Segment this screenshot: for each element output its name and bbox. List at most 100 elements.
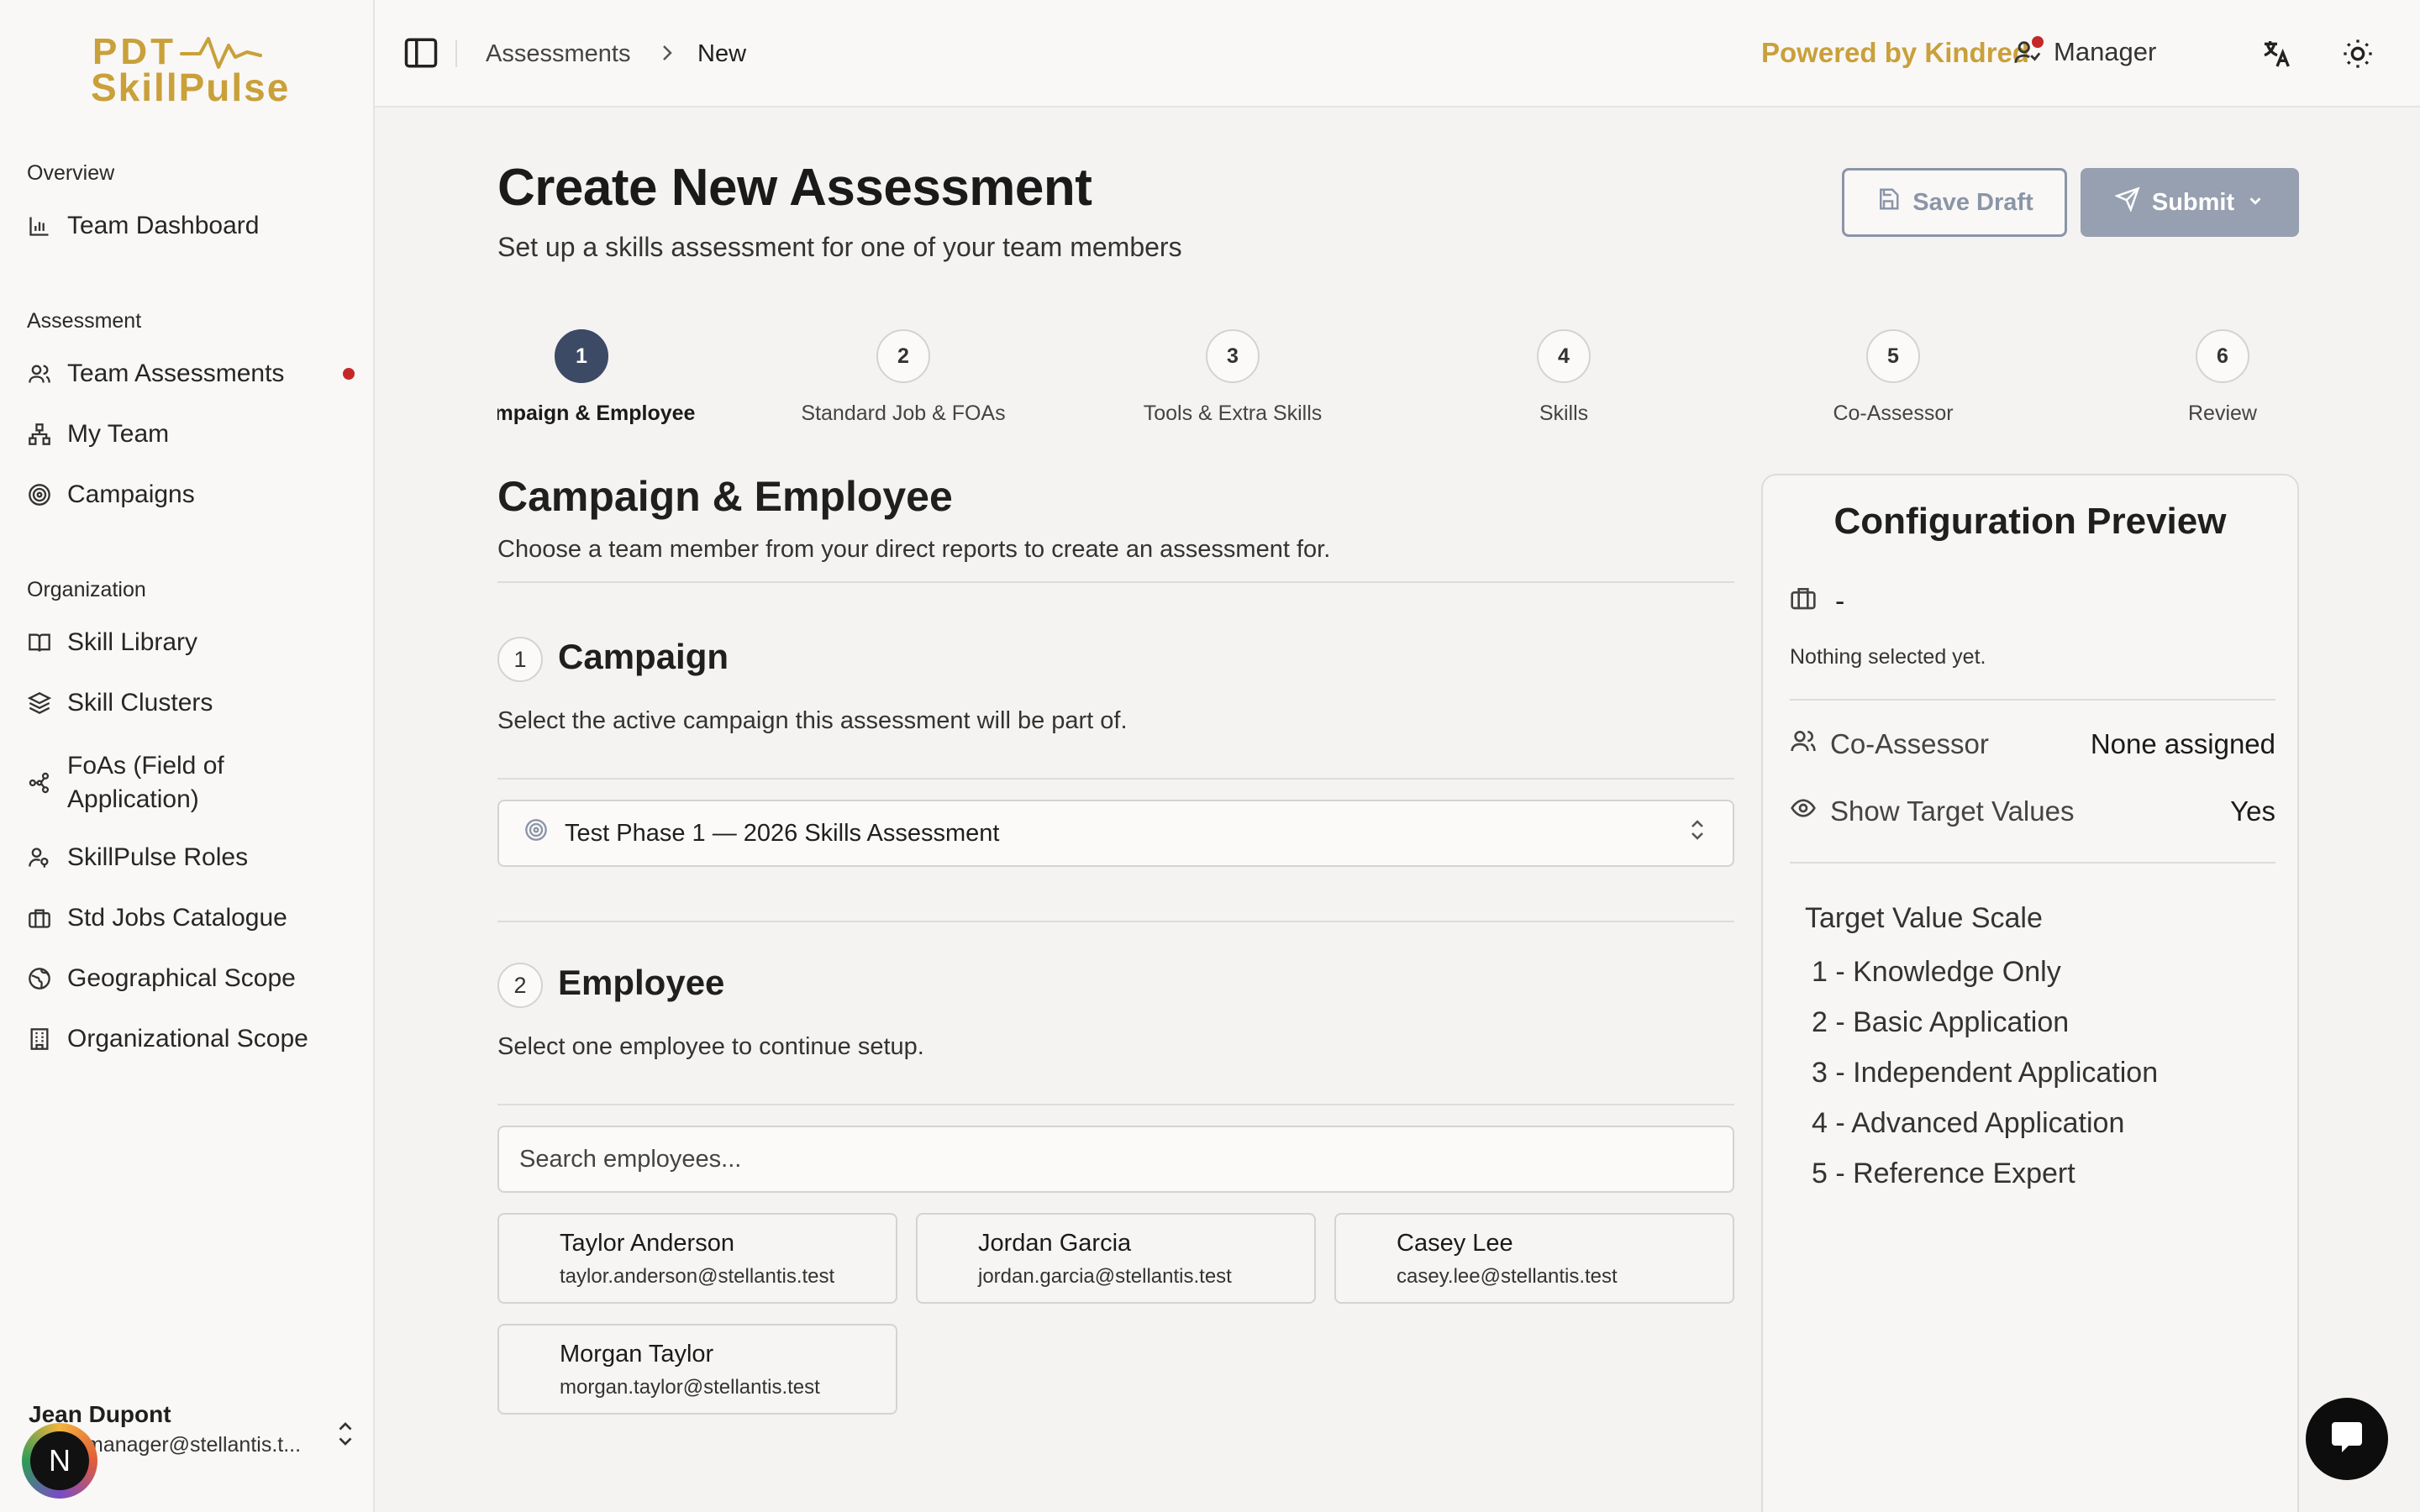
step-number: 3 [1206, 329, 1260, 383]
step-1[interactable]: 1 Campaign & Employee [497, 329, 699, 426]
nav-section-assessment: Assessment [27, 309, 142, 333]
configuration-preview: Configuration Preview - Nothing selected… [1761, 474, 2299, 1512]
step-label: Standard Job & FOAs [801, 402, 1006, 425]
section-title: Campaign & Employee [497, 473, 953, 520]
user-menu[interactable]: Jean Dupont manager@stellantis.t... N [20, 1394, 356, 1499]
employee-name: Morgan Taylor [560, 1341, 714, 1368]
sidebar-item-label: Std Jobs Catalogue [67, 904, 287, 932]
save-draft-button[interactable]: Save Draft [1842, 168, 2067, 237]
step-number: 1 [555, 329, 608, 383]
sidebar-item-label: Geographical Scope [67, 964, 296, 992]
breadcrumb-assessments[interactable]: Assessments [486, 40, 630, 68]
save-icon [1876, 186, 1901, 218]
campaign-selected-value: Test Phase 1 — 2026 Skills Assessment [565, 819, 1000, 847]
role-notification-dot [2032, 36, 2044, 48]
sidebar-item-skillpulse-roles[interactable]: SkillPulse Roles [27, 843, 355, 872]
chevrons-up-down-icon [334, 1420, 356, 1452]
employee-divider [497, 1104, 1734, 1105]
chevron-right-icon [660, 42, 674, 68]
target-icon [27, 482, 52, 507]
employee-step-badge: 2 [497, 963, 543, 1008]
save-draft-label: Save Draft [1912, 188, 2033, 216]
step-2[interactable]: 2 Standard Job & FOAs [790, 329, 1017, 426]
eye-icon [1790, 795, 1817, 828]
nav-section-organization: Organization [27, 578, 146, 601]
sidebar-item-geographical-scope[interactable]: Geographical Scope [27, 964, 355, 993]
step-label: Co-Assessor [1833, 402, 1954, 425]
show-target-label: Show Target Values [1830, 795, 2075, 827]
users-icon [1790, 727, 1817, 761]
step-number: 6 [2196, 329, 2249, 383]
submit-button[interactable]: Submit [2081, 168, 2299, 237]
employee-card-jordan-garcia[interactable]: Jordan Garcia jordan.garcia@stellantis.t… [916, 1213, 1316, 1304]
sidebar-item-std-jobs-catalogue[interactable]: Std Jobs Catalogue [27, 904, 355, 932]
sidebar-item-campaigns[interactable]: Campaigns [27, 480, 355, 509]
page-subtitle: Set up a skills assessment for one of yo… [497, 232, 1182, 262]
sidebar: PDT SkillPulse Overview Team Dashboard A… [0, 0, 375, 1512]
notification-dot [343, 368, 355, 380]
chevron-down-icon [2246, 189, 2265, 217]
scale-item: 5 - Reference Expert [1812, 1158, 2075, 1189]
sidebar-item-organizational-scope[interactable]: Organizational Scope [27, 1025, 355, 1053]
role-switcher[interactable]: Manager [2013, 36, 2157, 67]
chat-button[interactable] [2306, 1398, 2388, 1480]
sidebar-item-team-assessments[interactable]: Team Assessments [27, 360, 355, 388]
employee-name: Casey Lee [1397, 1230, 1513, 1257]
send-icon [2113, 186, 2140, 218]
scale-item: 4 - Advanced Application [1812, 1107, 2125, 1139]
globe-icon [27, 966, 52, 991]
step-6[interactable]: 6 Review [2109, 329, 2336, 426]
employee-email: jordan.garcia@stellantis.test [978, 1265, 1232, 1288]
preview-nothing-selected: Nothing selected yet. [1790, 645, 1986, 669]
employee-name: Taylor Anderson [560, 1230, 734, 1257]
topbar: Assessments New Powered by Kindred Manag… [375, 0, 2420, 108]
step-number: 4 [1537, 329, 1591, 383]
book-open-icon [27, 630, 52, 655]
breadcrumb-current: New [697, 40, 747, 67]
sidebar-item-skill-clusters[interactable]: Skill Clusters [27, 689, 355, 717]
logo-line-2: SkillPulse [91, 66, 291, 109]
employee-email: casey.lee@stellantis.test [1397, 1265, 1618, 1288]
network-icon [27, 770, 52, 795]
preview-standard-job: - [1790, 585, 1844, 619]
step-label: Campaign & Employee [497, 402, 696, 425]
sidebar-item-skill-library[interactable]: Skill Library [27, 628, 355, 657]
briefcase-icon [1790, 585, 1817, 619]
employee-description: Select one employee to continue setup. [497, 1033, 924, 1060]
toolbar-divider [455, 40, 457, 67]
employee-card-taylor-anderson[interactable]: Taylor Anderson taylor.anderson@stellant… [497, 1213, 897, 1304]
target-icon [524, 818, 548, 848]
step-3[interactable]: 3 Tools & Extra Skills [1119, 329, 1346, 426]
sidebar-item-foas[interactable]: FoAs (Field of Application) [27, 749, 279, 816]
sidebar-toggle-icon[interactable] [403, 35, 439, 75]
step-label: Skills [1539, 402, 1589, 425]
avatar-initial: N [30, 1431, 89, 1490]
search-employees-input[interactable] [497, 1126, 1734, 1193]
avatar[interactable]: N [22, 1423, 97, 1499]
show-target-value: Yes [2230, 795, 2275, 827]
sidebar-item-team-dashboard[interactable]: Team Dashboard [27, 212, 355, 240]
translate-icon[interactable] [2260, 37, 2294, 75]
preview-job-value: - [1835, 585, 1845, 617]
campaign-select[interactable]: Test Phase 1 — 2026 Skills Assessment [497, 800, 1734, 867]
sidebar-item-label: Team Dashboard [67, 212, 260, 239]
role-label: Manager [2054, 37, 2157, 66]
sun-icon[interactable] [2341, 37, 2375, 75]
employee-card-morgan-taylor[interactable]: Morgan Taylor morgan.taylor@stellantis.t… [497, 1324, 897, 1415]
sidebar-item-label: Team Assessments [67, 360, 285, 387]
employee-card-casey-lee[interactable]: Casey Lee casey.lee@stellantis.test [1334, 1213, 1734, 1304]
app-logo[interactable]: PDT SkillPulse [91, 32, 288, 110]
campaign-title: Campaign [558, 637, 729, 676]
step-4[interactable]: 4 Skills [1450, 329, 1677, 426]
campaign-divider [497, 778, 1734, 780]
sidebar-item-label: My Team [67, 420, 170, 448]
preview-divider [1790, 862, 2275, 864]
user-key-icon [27, 845, 52, 870]
sidebar-item-label: Campaigns [67, 480, 195, 508]
co-assessor-value: None assigned [2090, 728, 2275, 759]
scale-item: 1 - Knowledge Only [1812, 956, 2061, 988]
employee-name: Jordan Garcia [978, 1230, 1132, 1257]
step-5[interactable]: 5 Co-Assessor [1780, 329, 2007, 426]
sidebar-item-my-team[interactable]: My Team [27, 420, 355, 449]
sidebar-item-label: FoAs (Field of Application) [67, 752, 224, 813]
